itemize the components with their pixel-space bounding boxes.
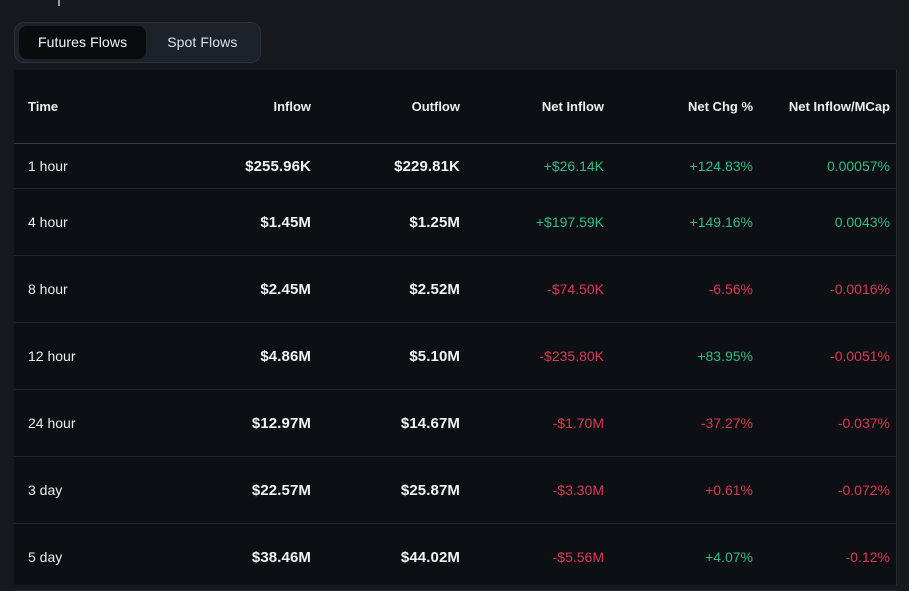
- cell-inflow: $22.57M: [162, 482, 311, 499]
- table-row: 5 day$38.46M$44.02M-$5.56M+4.07%-0.12%: [14, 524, 896, 591]
- cell-net-inflow-mcap: -0.0016%: [753, 281, 897, 297]
- table-row: 4 hour$1.45M$1.25M+$197.59K+149.16%0.004…: [14, 189, 896, 256]
- cell-net-inflow: -$5.56M: [460, 549, 604, 565]
- cell-inflow: $255.96K: [162, 158, 311, 175]
- column-header-net-chg-: Net Chg %: [604, 99, 753, 114]
- cell-net-chg: -37.27%: [604, 415, 753, 431]
- flows-table-card: TimeInflowOutflowNet InflowNet Chg %Net …: [14, 70, 897, 585]
- column-header-inflow: Inflow: [162, 99, 311, 114]
- tab-spot-flows[interactable]: Spot Flows: [148, 26, 256, 59]
- tab-futures-flows[interactable]: Futures Flows: [19, 26, 146, 59]
- cell-inflow: $38.46M: [162, 549, 311, 566]
- cell-outflow: $44.02M: [311, 549, 460, 566]
- cell-outflow: $1.25M: [311, 214, 460, 231]
- cell-outflow: $229.81K: [311, 158, 460, 175]
- cell-net-inflow: +$197.59K: [460, 214, 604, 230]
- cell-outflow: $5.10M: [311, 348, 460, 365]
- cell-time: 5 day: [14, 549, 162, 565]
- cell-net-chg: +124.83%: [604, 158, 753, 174]
- cell-time: 4 hour: [14, 214, 162, 230]
- cell-net-inflow: -$235.80K: [460, 348, 604, 364]
- cell-net-inflow: -$74.50K: [460, 281, 604, 297]
- cell-net-inflow-mcap: -0.0051%: [753, 348, 897, 364]
- cell-net-inflow: -$3.30M: [460, 482, 604, 498]
- cell-outflow: $25.87M: [311, 482, 460, 499]
- cell-time: 1 hour: [14, 158, 162, 174]
- cell-inflow: $12.97M: [162, 415, 311, 432]
- table-row: 8 hour$2.45M$2.52M-$74.50K-6.56%-0.0016%: [14, 256, 896, 323]
- table-body: 1 hour$255.96K$229.81K+$26.14K+124.83%0.…: [14, 144, 896, 591]
- cell-time: 12 hour: [14, 348, 162, 364]
- cell-inflow: $1.45M: [162, 214, 311, 231]
- table-row: 3 day$22.57M$25.87M-$3.30M+0.61%-0.072%: [14, 457, 896, 524]
- cell-net-chg: -6.56%: [604, 281, 753, 297]
- column-header-net-inflow-mcap: Net Inflow/MCap: [753, 99, 897, 114]
- cell-inflow: $4.86M: [162, 348, 311, 365]
- cell-time: 8 hour: [14, 281, 162, 297]
- column-header-net-inflow: Net Inflow: [460, 99, 604, 114]
- cell-net-chg: +83.95%: [604, 348, 753, 364]
- cell-net-chg: +0.61%: [604, 482, 753, 498]
- cell-net-inflow-mcap: 0.0043%: [753, 214, 897, 230]
- cell-outflow: $2.52M: [311, 281, 460, 298]
- cell-net-inflow: -$1.70M: [460, 415, 604, 431]
- column-header-outflow: Outflow: [311, 99, 460, 114]
- table-row: 1 hour$255.96K$229.81K+$26.14K+124.83%0.…: [14, 144, 896, 189]
- table-row: 24 hour$12.97M$14.67M-$1.70M-37.27%-0.03…: [14, 390, 896, 457]
- table-row: 12 hour$4.86M$5.10M-$235.80K+83.95%-0.00…: [14, 323, 896, 390]
- cell-time: 3 day: [14, 482, 162, 498]
- cell-net-inflow-mcap: -0.12%: [753, 549, 897, 565]
- cell-inflow: $2.45M: [162, 281, 311, 298]
- cell-net-inflow-mcap: -0.072%: [753, 482, 897, 498]
- cell-net-chg: +4.07%: [604, 549, 753, 565]
- cell-net-inflow: +$26.14K: [460, 158, 604, 174]
- stray-caret-artifact: [58, 0, 60, 6]
- cell-net-inflow-mcap: 0.00057%: [753, 158, 897, 174]
- cell-net-inflow-mcap: -0.037%: [753, 415, 897, 431]
- column-header-time: Time: [14, 99, 162, 114]
- cell-net-chg: +149.16%: [604, 214, 753, 230]
- cell-outflow: $14.67M: [311, 415, 460, 432]
- table-header-row: TimeInflowOutflowNet InflowNet Chg %Net …: [14, 70, 896, 144]
- cell-time: 24 hour: [14, 415, 162, 431]
- flows-tab-group: Futures Flows Spot Flows: [14, 22, 261, 63]
